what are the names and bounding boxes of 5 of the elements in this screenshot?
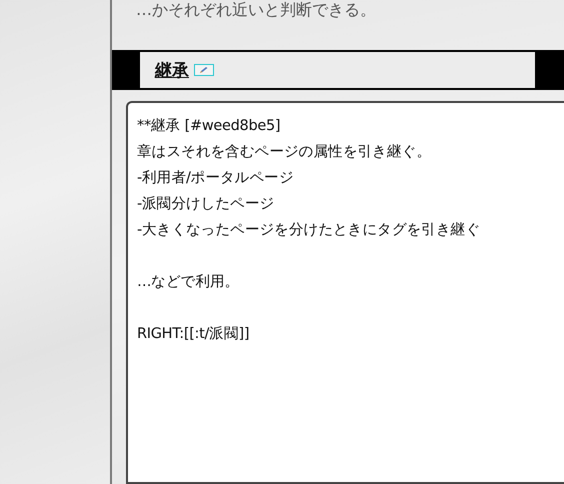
section-heading: 継承 xyxy=(155,60,189,82)
edit-button[interactable] xyxy=(194,64,214,76)
editor-field[interactable]: **継承 [#weed8be5] 章はスそれを含むページの属性を引き継ぐ。 -利用者/ポータルページ -派閥分けしたページ -大きくなったページを分けたときにタグを引き継ぐ …などで利用。 RIGHT:[[:t/派閥]] xyxy=(126,101,564,484)
pencil-icon xyxy=(199,66,209,74)
intro-text: …かそれぞれ近いと判断できる。 xyxy=(136,0,377,20)
